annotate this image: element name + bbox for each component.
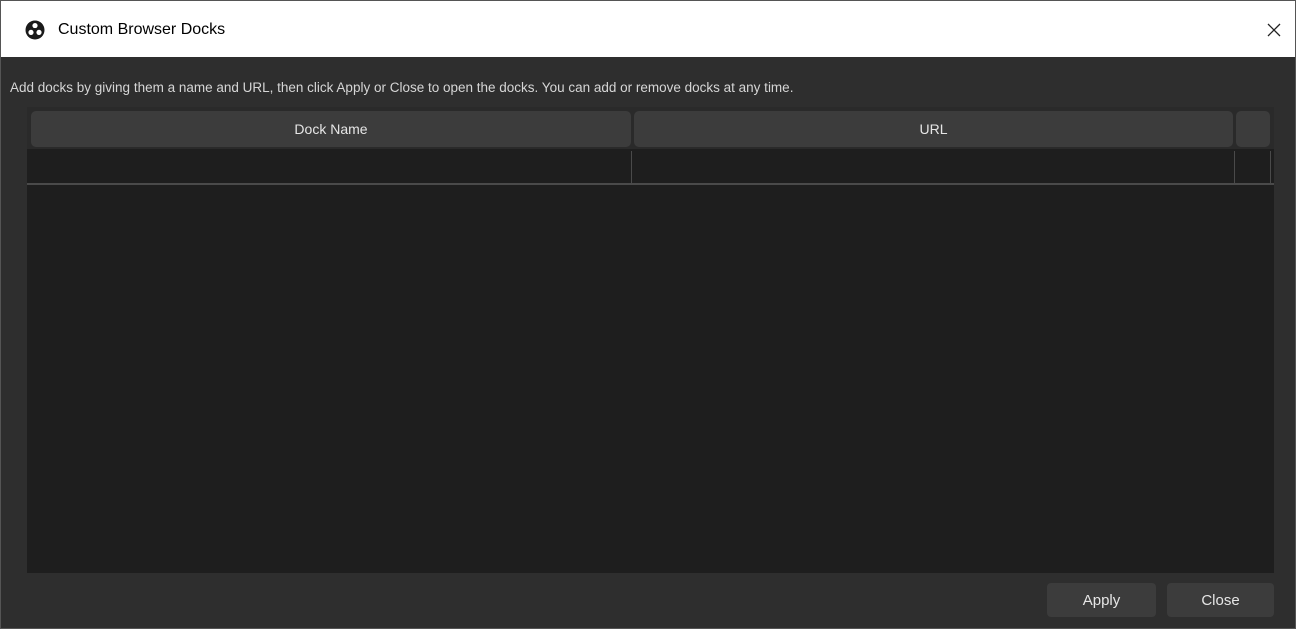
column-divider [1234, 151, 1235, 183]
apply-button[interactable]: Apply [1047, 583, 1156, 617]
column-divider [1270, 151, 1271, 183]
table-row[interactable] [27, 149, 1274, 185]
column-header-dock-name[interactable]: Dock Name [31, 111, 631, 147]
column-header-url[interactable]: URL [634, 111, 1233, 147]
close-button[interactable]: Close [1167, 583, 1274, 617]
column-divider [631, 151, 632, 183]
table-header: Dock Name URL [27, 107, 1274, 149]
title-bar: Custom Browser Docks [1, 1, 1295, 57]
docks-table[interactable]: Dock Name URL [27, 107, 1274, 573]
window-title: Custom Browser Docks [58, 21, 226, 38]
instructions-text: Add docks by giving them a name and URL,… [10, 80, 794, 95]
column-header-action[interactable] [1236, 111, 1270, 147]
close-icon[interactable] [1259, 15, 1289, 45]
custom-browser-docks-dialog: Custom Browser Docks Add docks by giving… [0, 0, 1296, 629]
obs-logo-icon [25, 20, 45, 40]
